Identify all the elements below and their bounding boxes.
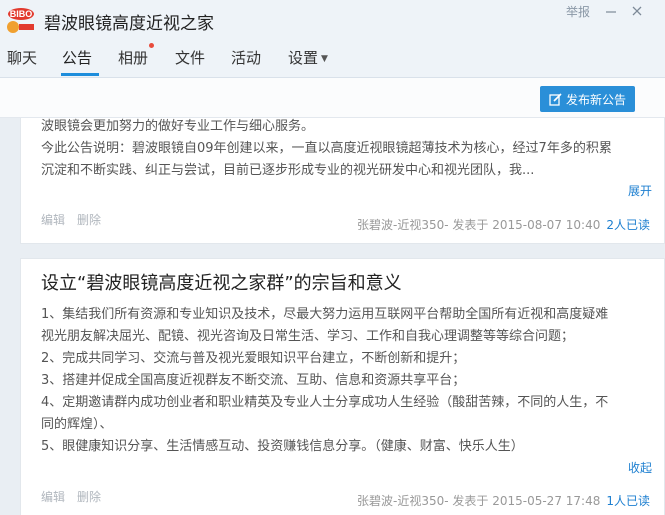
active-tab-indicator [61,73,99,76]
announcement-body: 波眼镜会更加努力的做好专业工作与细心服务。 今此公告说明：碧波眼镜自09年创建以… [41,116,653,182]
announcement-card: 设立“碧波眼镜高度近视之家群”的宗旨和意义 1、集结我们所有资源和专业知识及技术… [20,258,665,515]
tab-bar: 聊天 公告 相册 文件 活动 设置 ▼ [0,40,665,78]
announcement-body: 1、集结我们所有资源和专业知识及技术，尽最大努力运用互联网平台帮助全国所有近视和… [41,304,653,458]
delete-link[interactable]: 删除 [77,213,101,227]
tab-album[interactable]: 相册 [118,47,148,68]
tab-settings-label: 设置 [288,49,319,67]
announcement-meta: 张碧波-近视350- 发表于 2015-05-27 17:48 1人已读 [357,492,650,509]
edit-link[interactable]: 编辑 [41,213,65,227]
tab-announcements[interactable]: 公告 [62,47,92,68]
group-logo-icon: BIBO [6,5,36,35]
announcement-actions: 编辑 删除 [41,211,113,228]
tab-activities[interactable]: 活动 [231,47,261,68]
svg-text:BIBO: BIBO [10,9,33,19]
delete-link[interactable]: 删除 [77,490,101,504]
announcement-card: 波眼镜会更加努力的做好专业工作与细心服务。 今此公告说明：碧波眼镜自09年创建以… [20,118,665,244]
publish-announcement-label: 发布新公告 [565,92,626,107]
expand-link[interactable]: 展开 [628,182,652,199]
toolbar: 发布新公告 [0,78,665,118]
group-name: 碧波眼镜高度近视之家 [44,14,214,34]
author-date: 张碧波-近视350- 发表于 2015-05-27 17:48 [357,494,601,508]
announcement-line: 波眼镜会更加努力的做好专业工作与细心服务。 [41,119,315,134]
announcement-actions: 编辑 删除 [41,488,113,505]
report-link[interactable]: 举报 [566,3,590,20]
close-icon[interactable] [630,3,644,17]
edit-icon [549,92,562,106]
announcement-title: 设立“碧波眼镜高度近视之家群”的宗旨和意义 [41,273,402,294]
announcement-line: 2、完成共同学习、交流与普及视光爱眼知识平台建立，不断创新和提升； [41,351,466,366]
announcement-line: 沉淀和不断实践、纠正与尝试，目前已逐步形成专业的视光研发中心和视光团队，我... [41,163,535,178]
tab-files[interactable]: 文件 [175,47,205,68]
collapse-link[interactable]: 收起 [628,459,652,476]
announcement-line: 视光朋友解决屈光、配镜、视光咨询及日常生活、学习、工作和自我心理调整等等综合问题… [41,329,575,344]
announcement-line: 1、集结我们所有资源和专业知识及技术，尽最大努力运用互联网平台帮助全国所有近视和… [41,307,609,322]
minimize-icon[interactable] [604,3,618,17]
announcement-line: 同的辉煌）、 [41,417,113,432]
read-count[interactable]: 1人已读 [606,494,650,508]
read-count[interactable]: 2人已读 [606,218,650,232]
announcement-line: 今此公告说明：碧波眼镜自09年创建以来，一直以高度近视眼镜超薄技术为核心，经过7… [41,141,612,156]
edit-link[interactable]: 编辑 [41,490,65,504]
title-bar: BIBO 碧波眼镜高度近视之家 举报 [0,0,665,40]
announcement-line: 5、眼健康知识分享、生活情感互动、投资赚钱信息分享。（健康、财富、快乐人生） [41,439,524,454]
publish-announcement-button[interactable]: 发布新公告 [540,86,635,112]
tab-settings[interactable]: 设置 ▼ [288,47,328,68]
chevron-down-icon: ▼ [321,54,328,64]
announcement-line: 3、搭建并促成全国高度近视群友不断交流、互助、信息和资源共享平台； [41,373,466,388]
tab-activities-label: 活动 [231,49,262,67]
announcement-meta: 张碧波-近视350- 发表于 2015-08-07 10:40 2人已读 [357,216,650,233]
author-date: 张碧波-近视350- 发表于 2015-08-07 10:40 [357,218,601,232]
notification-dot [149,43,154,48]
announcement-line: 4、定期邀请群内成功创业者和职业精英及专业人士分享成功人生经验（酸甜苦辣，不同的… [41,395,609,410]
tab-chat[interactable]: 聊天 [7,47,37,68]
